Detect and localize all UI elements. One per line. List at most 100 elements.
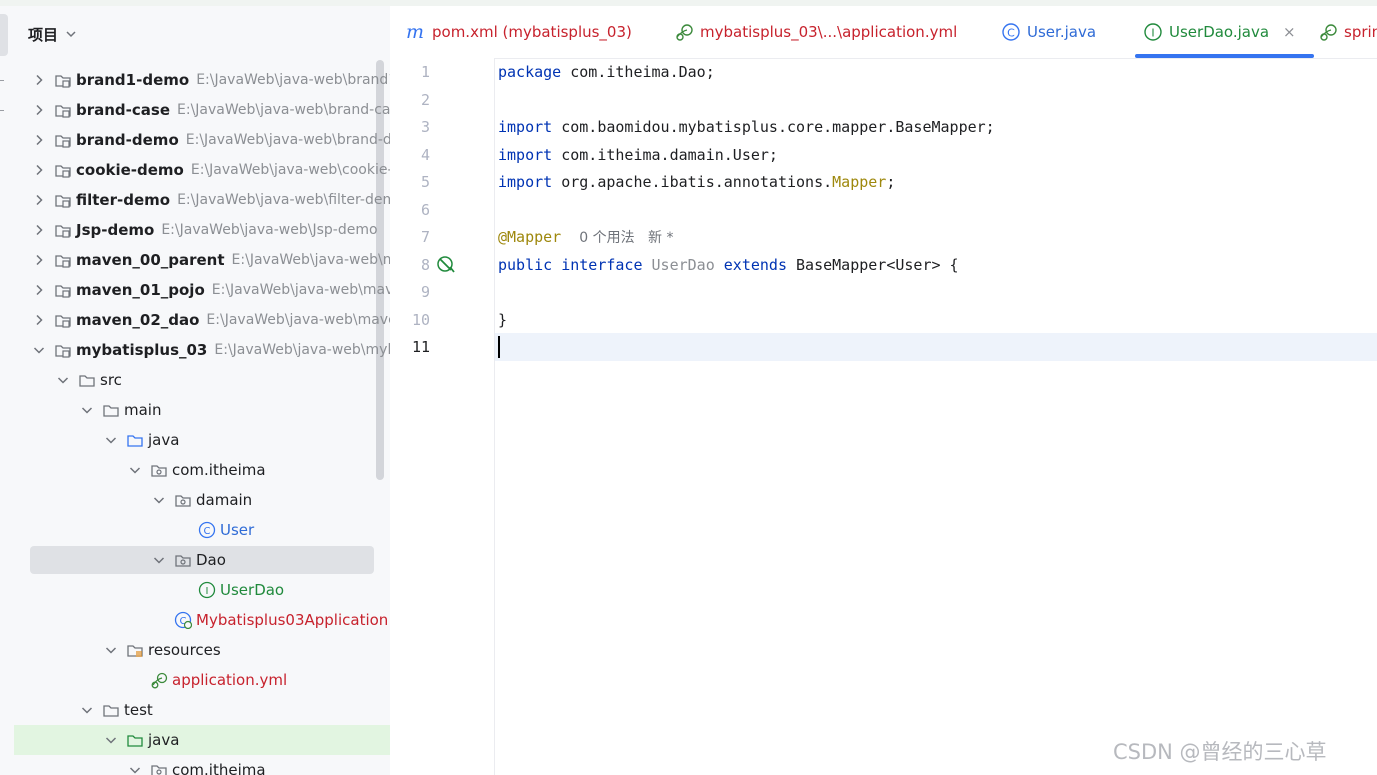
folder-icon [103, 405, 119, 417]
spring-config-icon [151, 672, 168, 689]
tree-item[interactable]: src [14, 365, 390, 395]
tree-item[interactable]: cookie-demo E:\JavaWeb\java-web\cookie-de… [14, 155, 390, 185]
chevron-down-icon[interactable] [64, 27, 78, 41]
mybatis-mapper-gutter-icon[interactable] [436, 254, 456, 274]
tree-item[interactable]: maven_00_parent E:\JavaWeb\java-web\maven… [14, 245, 390, 275]
new-hint[interactable]: 新 * [648, 230, 673, 246]
tree-item[interactable]: com.itheima [14, 755, 390, 775]
tree-item[interactable]: C Mybatisplus03Application [14, 605, 390, 635]
tree-item-path: E:\JavaWeb\java-web\maven_00_parent [231, 252, 390, 268]
line-number: 7 [420, 228, 430, 246]
tree-item[interactable]: filter-demo E:\JavaWeb\java-web\filter-de… [14, 185, 390, 215]
line-number: 2 [420, 90, 430, 109]
spring-config-icon [676, 24, 693, 41]
chevron-right-icon[interactable] [32, 223, 46, 237]
tab-pom-xml[interactable]: m pom.xml (mybatisplus_03) [406, 6, 632, 58]
tree-item-label: java [148, 731, 180, 749]
tree-item-label: maven_01_pojo [76, 281, 205, 299]
svg-text:I: I [206, 586, 209, 597]
tree-item-path: E:\JavaWeb\java-web\filter-demo [177, 192, 391, 208]
chevron-down-icon[interactable] [152, 493, 166, 507]
chevron-down-icon[interactable] [128, 763, 142, 775]
tree-item-label: Dao [196, 551, 226, 569]
tab-application-yml[interactable]: mybatisplus_03\...\application.yml [674, 6, 957, 58]
line-number: 5 [420, 173, 430, 191]
tab-userdao-java[interactable]: I UserDao.java × [1135, 6, 1314, 58]
line-number: 4 [420, 145, 430, 164]
folder-icon [103, 705, 119, 717]
tree-item-label: test [124, 701, 153, 719]
tree-item[interactable]: maven_01_pojo E:\JavaWeb\java-web\maven_0… [14, 275, 390, 305]
tree-item[interactable]: com.itheima [14, 455, 390, 485]
chevron-right-icon[interactable] [32, 103, 46, 117]
tree-item-label: User [220, 521, 255, 539]
tree-item[interactable]: Dao [14, 545, 390, 575]
tree-item-label: src [100, 371, 122, 389]
tree-item[interactable]: resources [14, 635, 390, 665]
code-line-3: import com.baomidou.mybatisplus.core.map… [498, 118, 995, 136]
project-tool-button[interactable] [0, 14, 8, 56]
tree-item[interactable]: application.yml [14, 665, 390, 695]
chevron-down-icon[interactable] [80, 703, 94, 717]
tree-item-label: resources [148, 641, 221, 659]
tree-item[interactable]: C User [14, 515, 390, 545]
tab-label: UserDao.java [1169, 23, 1270, 41]
editor-tab-bar: m pom.xml (mybatisplus_03) mybatisplus_0… [390, 6, 1377, 59]
svg-text:C: C [204, 526, 211, 537]
tree-item-label: filter-demo [76, 191, 171, 209]
line-number-gutter[interactable]: 1 2 3 4 5 6 7 8 9 10 11 [390, 58, 495, 775]
tree-item[interactable]: damain [14, 485, 390, 515]
tree-item[interactable]: maven_02_dao E:\JavaWeb\java-web\maven_02… [14, 305, 390, 335]
chevron-down-icon[interactable] [104, 643, 118, 657]
chevron-down-icon[interactable] [104, 433, 118, 447]
chevron-right-icon[interactable] [32, 193, 46, 207]
svg-text:C: C [1007, 27, 1015, 40]
code-line-10: } [498, 310, 508, 329]
chevron-down-icon[interactable] [80, 403, 94, 417]
chevron-down-icon[interactable] [32, 343, 46, 357]
module-folder-icon [55, 345, 71, 358]
code-line-4: import com.itheima.damain.User; [498, 145, 778, 164]
chevron-down-icon[interactable] [104, 733, 118, 747]
tree-item-path: E:\JavaWeb\java-web\Jsp-demo [161, 222, 378, 238]
tree-item[interactable]: mybatisplus_03 E:\JavaWeb\java-web\mybati… [14, 335, 390, 365]
usages-hint[interactable]: 0 个用法 [579, 230, 634, 246]
chevron-right-icon[interactable] [32, 73, 46, 87]
tab-user-java[interactable]: C User.java [1001, 6, 1096, 58]
resources-folder-icon [127, 645, 143, 657]
tree-item-label: main [124, 401, 162, 419]
chevron-down-icon[interactable] [152, 553, 166, 567]
active-tab-indicator [1135, 54, 1314, 58]
tree-item[interactable]: main [14, 395, 390, 425]
chevron-down-icon[interactable] [128, 463, 142, 477]
chevron-down-icon[interactable] [56, 373, 70, 387]
tree-item-label: com.itheima [172, 461, 266, 479]
chevron-right-icon[interactable] [32, 163, 46, 177]
tree-item-label: brand-case [76, 101, 171, 119]
class-icon: C [1002, 23, 1020, 41]
chevron-right-icon[interactable] [32, 253, 46, 267]
tree-item-path: E:\JavaWeb\java-web\brand1-demo [196, 72, 390, 88]
spring-config-icon [1320, 24, 1337, 41]
close-icon[interactable]: × [1283, 23, 1296, 41]
tree-item[interactable]: I UserDao [14, 575, 390, 605]
project-panel-header[interactable]: 项目 [14, 20, 78, 48]
tree-item[interactable]: brand1-demo E:\JavaWeb\java-web\brand1-de… [14, 65, 390, 95]
tree-item-label: mybatisplus_03 [76, 341, 208, 359]
tab-label: sprin [1344, 23, 1377, 41]
tree-item[interactable]: java [14, 725, 390, 755]
tree-item[interactable]: Jsp-demo E:\JavaWeb\java-web\Jsp-demo [14, 215, 390, 245]
tree-item-path: E:\JavaWeb\java-web\brand-case [177, 102, 391, 118]
tree-item[interactable]: brand-case E:\JavaWeb\java-web\brand-case [14, 95, 390, 125]
tree-item-label: brand-demo [76, 131, 179, 149]
tree-item-label: maven_00_parent [76, 251, 225, 269]
tab-spring[interactable]: sprin [1318, 6, 1377, 58]
tree-item[interactable]: brand-demo E:\JavaWeb\java-web\brand-demo [14, 125, 390, 155]
line-number: 10 [411, 310, 430, 329]
chevron-right-icon[interactable] [32, 283, 46, 297]
chevron-right-icon[interactable] [32, 133, 46, 147]
tree-item[interactable]: test [14, 695, 390, 725]
tree-item-label: application.yml [172, 671, 288, 689]
chevron-right-icon[interactable] [32, 313, 46, 327]
tree-item[interactable]: java [14, 425, 390, 455]
